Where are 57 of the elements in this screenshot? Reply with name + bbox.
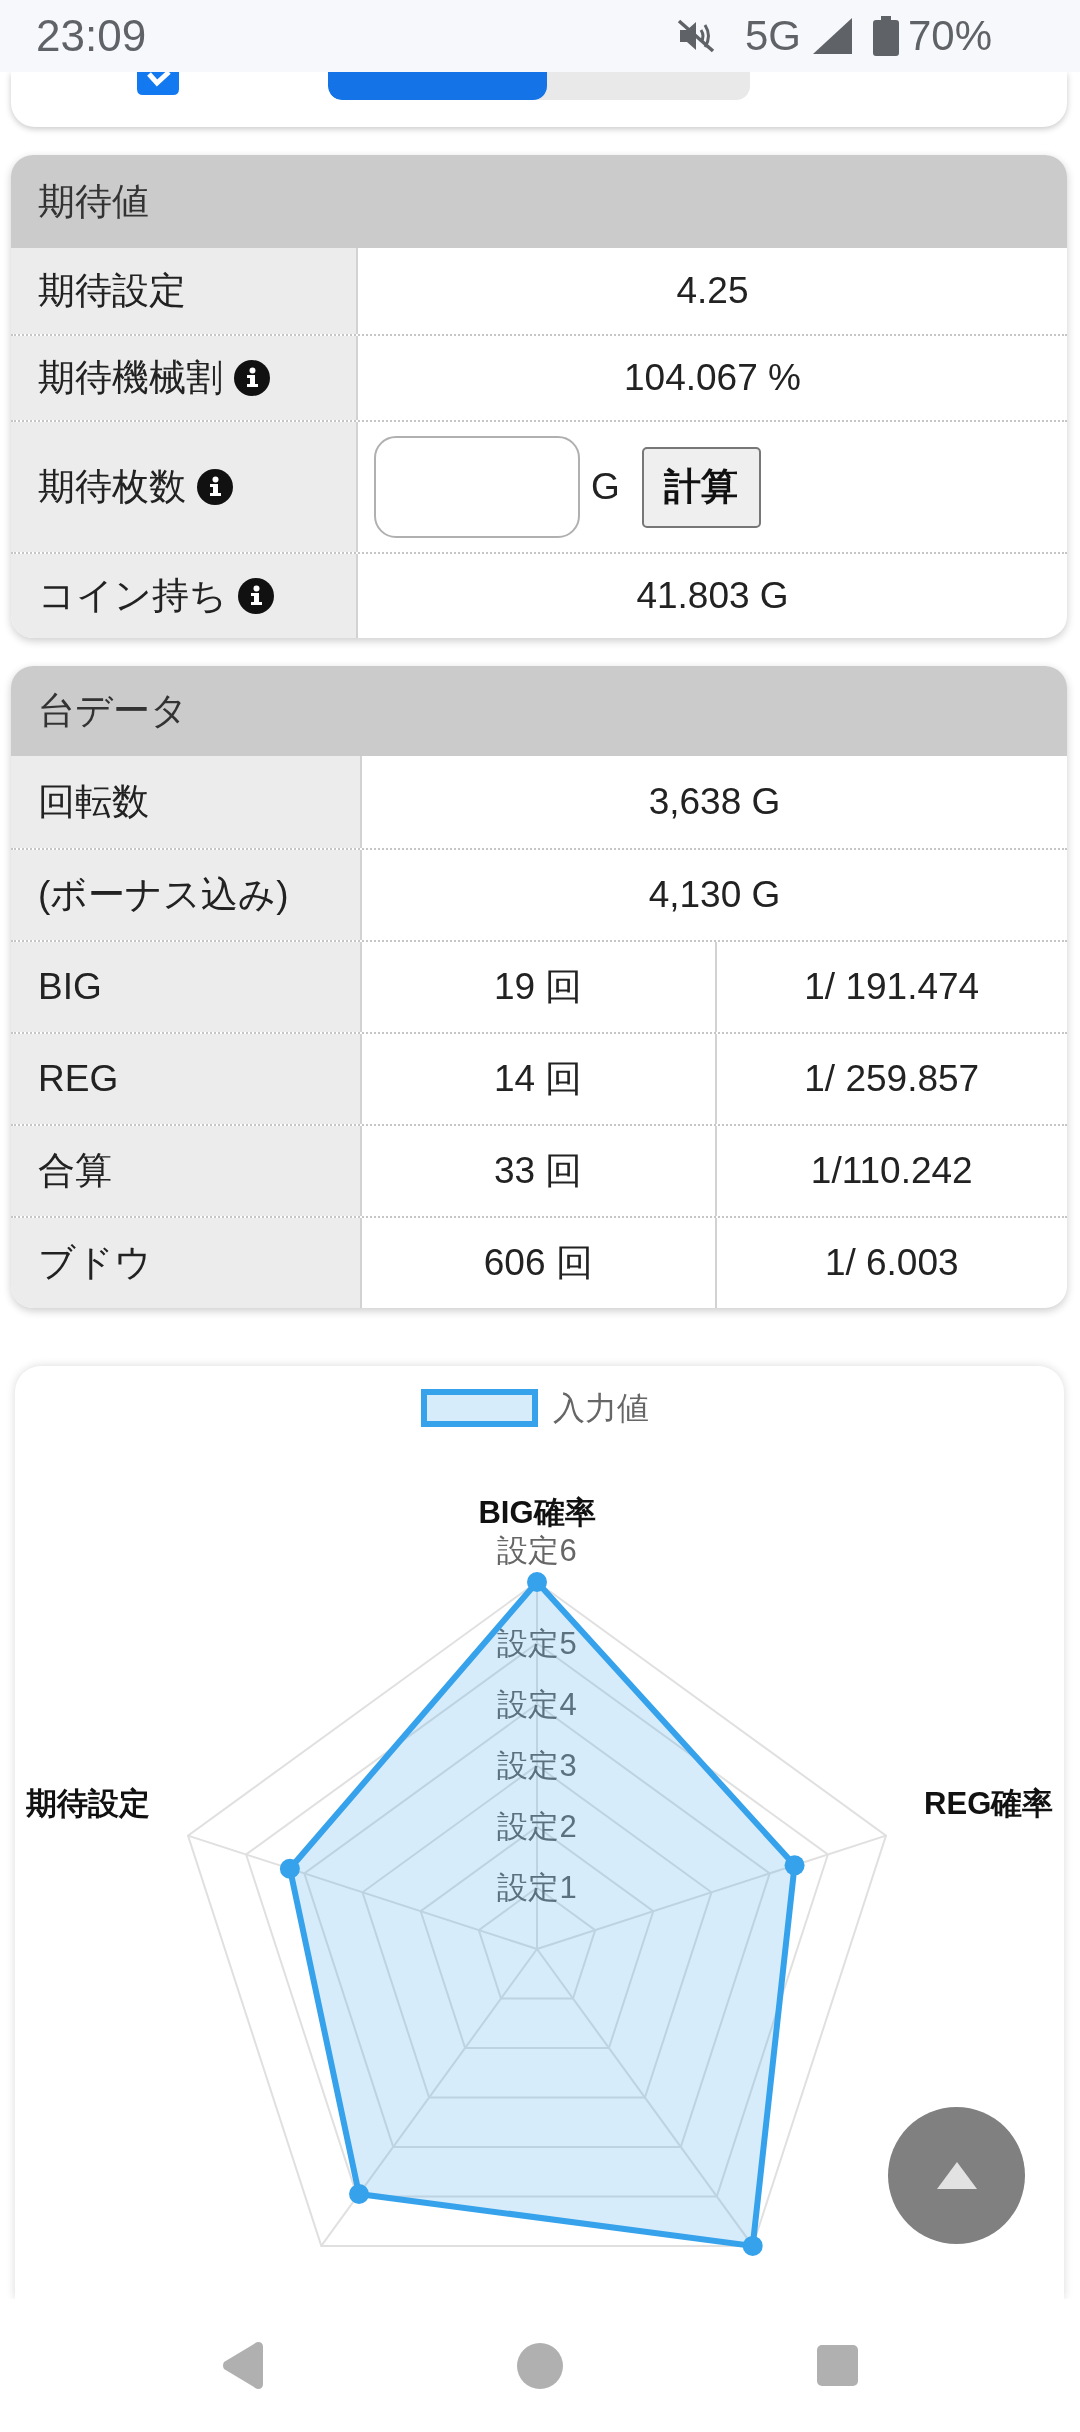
row-label: 期待機械割 — [38, 356, 223, 400]
row-value: 3,638 G — [648, 781, 781, 823]
info-icon[interactable] — [238, 578, 274, 614]
row-value: 1/ 259.857 — [804, 1058, 980, 1100]
row-value: 33 回 — [494, 1149, 583, 1193]
legend-label: 入力値 — [553, 1390, 649, 1426]
data-point — [279, 1858, 300, 1879]
scale-label: 設定3 — [497, 1748, 577, 1783]
row-value: 19 回 — [494, 965, 583, 1009]
scale-label: 設定4 — [497, 1686, 577, 1722]
row-label: 回転数 — [38, 780, 149, 824]
row-value: 1/ 191.474 — [804, 966, 980, 1008]
back-icon[interactable] — [222, 2342, 263, 2389]
calculate-button[interactable]: 計算 — [641, 446, 761, 528]
card-header: 期待値 — [11, 155, 1067, 248]
clock-time: 23:09 — [36, 14, 147, 58]
row-label: REG — [38, 1058, 119, 1100]
checkbox[interactable] — [137, 72, 179, 95]
data-point — [349, 2183, 370, 2204]
legend-swatch-icon — [421, 1389, 538, 1427]
info-icon[interactable] — [234, 360, 270, 396]
up-triangle-icon — [936, 2162, 977, 2189]
axis-label: REG確率 — [924, 1785, 1054, 1821]
row-value: 4,130 G — [648, 874, 781, 916]
row-value: 1/ 6.003 — [824, 1242, 959, 1284]
row-value: 4.25 — [676, 270, 749, 312]
row-label: 期待設定 — [38, 269, 186, 313]
row-label: ブドウ — [38, 1241, 152, 1285]
signal-icon — [812, 18, 852, 54]
input-field[interactable] — [374, 436, 580, 538]
speaker-muted-icon — [676, 19, 715, 53]
unit-label: G — [591, 466, 620, 508]
row-value: 14 回 — [494, 1057, 583, 1101]
row-label: 期待枚数 — [38, 465, 186, 509]
row-value: 606 回 — [483, 1241, 593, 1285]
scale-label: 設定1 — [497, 1870, 577, 1906]
axis-label: BIG確率 — [478, 1494, 596, 1530]
battery-percent: 70% — [907, 15, 992, 57]
row-label: コイン持ち — [38, 574, 227, 618]
axis-label: 期待設定 — [25, 1785, 150, 1821]
network-type: 5G — [744, 15, 801, 57]
data-point — [527, 1572, 547, 1592]
data-point — [784, 1855, 805, 1876]
scale-label: 設定5 — [497, 1625, 577, 1661]
info-icon[interactable] — [197, 469, 233, 505]
battery-icon — [872, 16, 899, 56]
row-label: (ボーナス込み) — [38, 873, 289, 917]
data-point — [742, 2235, 763, 2256]
row-value: 1/110.242 — [810, 1150, 973, 1192]
row-label: 合算 — [38, 1149, 112, 1193]
row-value: 41.803 G — [636, 575, 789, 617]
card-header: 台データ — [11, 666, 1067, 756]
row-value: 104.067 % — [624, 357, 801, 399]
home-icon[interactable] — [517, 2342, 563, 2389]
scale-label: 設定6 — [497, 1532, 577, 1568]
row-label: BIG — [38, 966, 102, 1008]
scale-label: 設定2 — [497, 1809, 577, 1845]
